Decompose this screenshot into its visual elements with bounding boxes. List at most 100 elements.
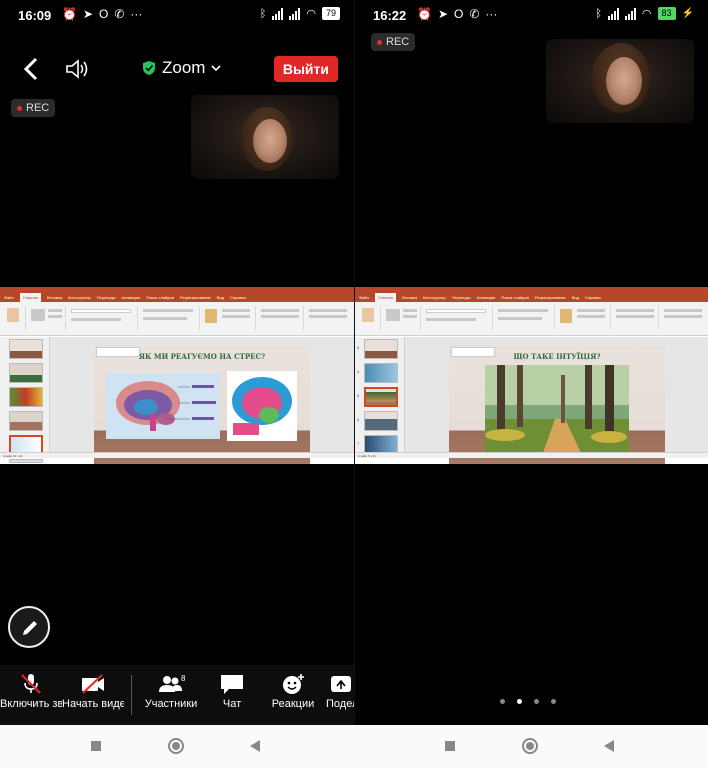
participant-video-thumbnail[interactable]	[546, 39, 694, 123]
android-navigation-bar	[0, 725, 708, 768]
recording-dot-icon	[17, 105, 22, 111]
page-dot[interactable]	[551, 699, 556, 704]
ppt-menu-insert: Вставка	[47, 295, 62, 300]
wifi-icon: ◠	[306, 8, 316, 20]
bluetooth-icon: ᛒ	[259, 7, 267, 20]
participant-face	[606, 57, 642, 105]
meeting-title-dropdown[interactable]: Zoom	[142, 58, 222, 78]
page-indicator	[500, 699, 556, 704]
nav-group-right	[354, 725, 708, 768]
signal-2-icon	[624, 7, 636, 20]
home-icon[interactable]	[522, 738, 538, 754]
battery-icon: 83	[657, 7, 676, 20]
viber-icon: ✆	[469, 7, 480, 21]
ppt-menu-insert: Вставка	[402, 295, 417, 300]
recording-dot-icon	[377, 39, 382, 45]
opera-icon: O	[99, 7, 109, 21]
current-slide: ЯК МИ РЕАГУЄМО НА СТРЕС?	[94, 345, 310, 464]
ppt-ribbon	[355, 302, 708, 336]
ppt-workspace: 3 4 5 6 7 ЩО ТАКЕ ІНТУЇЦІЯ? Слайд 5 з 21	[355, 337, 708, 464]
notification-icons: ⏰ ➤ O ✆ ···	[62, 7, 142, 21]
ppt-menu-transitions: Переходы	[451, 295, 471, 300]
unmute-button[interactable]: Включить звук	[0, 665, 62, 725]
signal-1-icon	[607, 7, 619, 20]
chevron-down-icon	[211, 65, 222, 72]
battery-icon: 79	[321, 7, 340, 20]
leave-button[interactable]: Выйти	[273, 56, 338, 82]
unmute-label: Включить звук	[0, 698, 62, 710]
home-icon[interactable]	[168, 738, 184, 754]
alarm-icon: ⏰	[62, 7, 77, 21]
recent-apps-icon[interactable]	[91, 741, 101, 751]
bluetooth-icon: ᛒ	[595, 7, 602, 20]
left-screenshot-panel: 16:09 ⏰ ➤ O ✆ ··· ᛒ ◠ 79 Zoom Выйти REC …	[0, 0, 354, 768]
viber-icon: ✆	[114, 7, 125, 21]
back-icon[interactable]	[20, 56, 42, 82]
reaction-icon	[283, 674, 304, 694]
participants-button[interactable]: 8 Участники	[140, 665, 202, 725]
reactions-label: Реакции	[271, 698, 315, 710]
slide-thumbnail[interactable]	[364, 363, 398, 383]
share-button[interactable]: Поделиться	[324, 665, 354, 725]
page-dot[interactable]	[534, 699, 539, 704]
recording-badge: REC	[371, 33, 416, 51]
slide-thumbnail[interactable]	[364, 339, 398, 359]
telegram-icon: ➤	[82, 7, 94, 21]
share-icon	[331, 676, 351, 692]
ppt-menu-file: Файл	[359, 295, 369, 300]
slide-thumbnails-pane	[0, 337, 50, 463]
ppt-status-bar: Слайд 5 з 21	[355, 452, 708, 458]
alarm-icon: ⏰	[417, 7, 432, 21]
ppt-menu-help: Справка	[230, 295, 246, 300]
back-nav-icon[interactable]	[250, 740, 260, 752]
telegram-icon: ➤	[437, 7, 449, 21]
ppt-menu-review: Рецензирование	[534, 295, 566, 300]
page-dot-active[interactable]	[517, 699, 522, 704]
pencil-icon	[23, 621, 37, 635]
recording-label: REC	[386, 36, 410, 48]
chat-label: Чат	[222, 698, 242, 710]
share-label: Поделиться	[326, 698, 354, 710]
slide-thumbnail[interactable]	[9, 459, 43, 463]
slide-thumbnail[interactable]	[9, 339, 43, 359]
page-dot[interactable]	[500, 699, 505, 704]
shield-check-icon	[143, 61, 155, 75]
recent-apps-icon[interactable]	[445, 741, 455, 751]
ppt-menu-slideshow: Показ слайдов	[146, 295, 174, 300]
current-slide: ЩО ТАКЕ ІНТУЇЦІЯ?	[449, 345, 665, 464]
brain-diagram	[106, 373, 220, 439]
slide-counter: Слайд 16 з 21	[3, 454, 23, 458]
status-bar: 16:22 ⏰ ➤ O ✆ ··· ᛒ ◠ 83 ⚡	[355, 0, 708, 32]
ppt-workspace: ЯК МИ РЕАГУЄМО НА СТРЕС? Слайд 16 з 21	[0, 337, 354, 464]
slide-thumbnail[interactable]	[9, 363, 43, 383]
ppt-menu-review: Рецензирование	[179, 295, 211, 300]
ppt-menu-animations: Анимация	[476, 295, 496, 300]
notification-icons: ⏰ ➤ O ✆ ···	[417, 7, 497, 21]
ppt-menu-home: Главная	[374, 293, 397, 302]
ppt-menu-animations: Анимация	[121, 295, 141, 300]
forest-illustration	[485, 365, 629, 453]
start-video-button[interactable]: Начать видео	[62, 665, 124, 725]
neocortex-diagram	[227, 371, 297, 441]
slide-thumbnail[interactable]	[9, 411, 43, 431]
slide-thumbnail-selected[interactable]	[364, 387, 398, 407]
opera-icon: O	[454, 7, 464, 21]
chat-button[interactable]: Чат	[202, 665, 262, 725]
brain-illustration	[116, 381, 216, 431]
status-time: 16:09	[18, 8, 52, 23]
slide-thumbnail[interactable]	[9, 387, 43, 407]
status-bar: 16:09 ⏰ ➤ O ✆ ··· ᛒ ◠ 79	[0, 0, 354, 32]
reactions-button[interactable]: Реакции	[262, 665, 324, 725]
participant-video-thumbnail[interactable]	[191, 95, 339, 179]
ppt-menu-view: Вид	[571, 295, 579, 300]
system-icons: ᛒ ◠ 83 ⚡	[595, 7, 694, 20]
charging-icon: ⚡	[681, 8, 694, 19]
slide-thumbnail[interactable]	[364, 411, 398, 431]
ppt-menu-bar: Файл Главная Вставка Конструктор Переход…	[355, 293, 708, 302]
back-nav-icon[interactable]	[604, 740, 614, 752]
participants-count-badge: 8	[181, 674, 186, 683]
chat-icon	[221, 675, 243, 694]
speaker-icon[interactable]	[64, 57, 90, 81]
annotate-button[interactable]	[8, 606, 50, 648]
controls-divider	[131, 675, 132, 715]
